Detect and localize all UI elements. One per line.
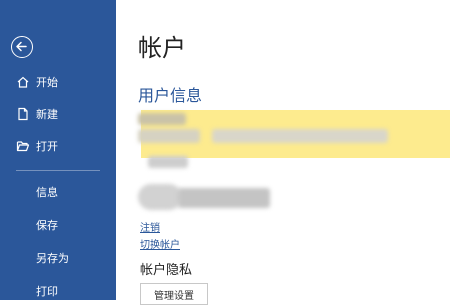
sidebar-item-save[interactable]: 保存	[0, 210, 116, 240]
redacted-avatar	[138, 184, 182, 210]
redacted-user-name	[138, 113, 186, 125]
sidebar-item-open[interactable]: 打开	[0, 131, 116, 161]
redacted-email-domain	[212, 129, 388, 143]
sidebar-item-save-as[interactable]: 另存为	[0, 243, 116, 273]
page-title: 帐户	[138, 34, 186, 62]
back-button[interactable]	[11, 36, 33, 58]
sidebar-divider	[16, 170, 100, 171]
sidebar-item-info[interactable]: 信息	[0, 177, 116, 207]
sidebar-item-label: 打印	[36, 285, 58, 298]
sidebar-item-new[interactable]: 新建	[0, 99, 116, 129]
new-document-icon	[16, 107, 30, 121]
account-panel: 帐户 用户信息 注销 切换帐户 帐户隐私 管理设置	[116, 0, 450, 305]
sidebar-item-label: 新建	[36, 108, 58, 121]
redacted-detail	[148, 156, 188, 168]
sidebar-item-print[interactable]: 打印	[0, 276, 116, 306]
sidebar-item-label: 开始	[36, 76, 58, 89]
redacted-email	[138, 129, 200, 143]
sidebar-item-label: 另存为	[36, 252, 69, 265]
sidebar-item-home[interactable]: 开始	[0, 67, 116, 97]
back-arrow-icon	[16, 41, 27, 52]
account-privacy-heading: 帐户隐私	[140, 263, 193, 278]
sidebar-item-label: 保存	[36, 219, 58, 232]
manage-settings-button[interactable]: 管理设置	[140, 283, 208, 305]
sign-out-link[interactable]: 注销	[140, 219, 160, 234]
backstage-sidebar: 开始 新建 打开 信息 保存 另存为 打印	[0, 0, 116, 300]
sidebar-item-label: 信息	[36, 186, 58, 199]
redacted-account-name	[178, 188, 270, 208]
open-folder-icon	[16, 139, 30, 153]
switch-account-link[interactable]: 切换帐户	[140, 236, 180, 251]
home-icon	[16, 75, 30, 89]
user-info-heading: 用户信息	[138, 86, 203, 105]
sidebar-item-label: 打开	[36, 140, 58, 153]
